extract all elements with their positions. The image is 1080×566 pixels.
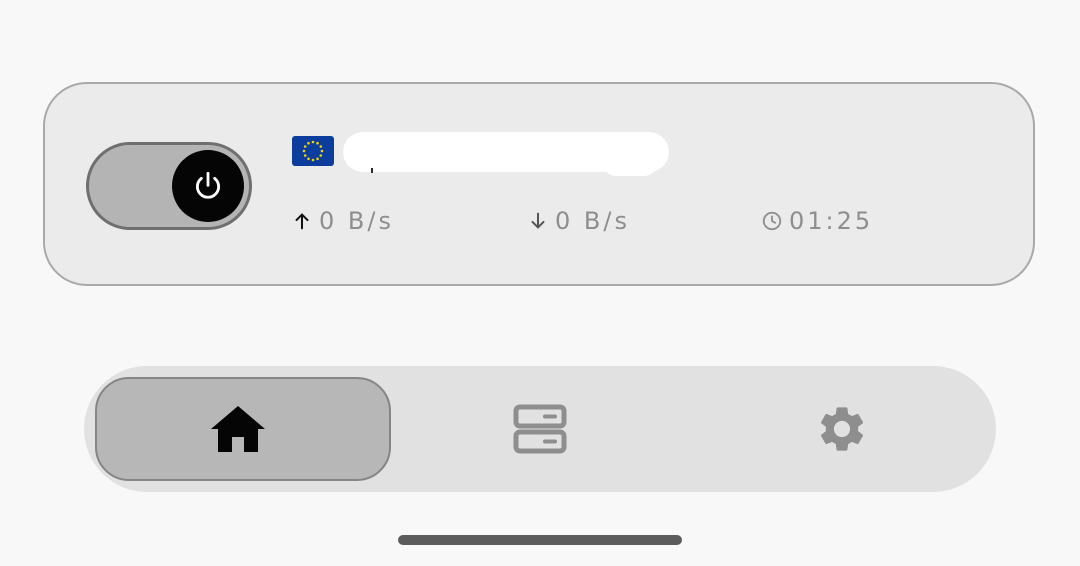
nav-item-settings[interactable] (688, 366, 996, 492)
download-speed-value: 0 B/s (555, 207, 630, 235)
flag-star (307, 157, 310, 161)
flag-star (307, 141, 310, 145)
flag-star (316, 157, 319, 161)
eu-flag-icon (292, 136, 334, 166)
toggle-knob (172, 150, 244, 222)
redaction-artifact (371, 168, 373, 173)
redacted-server-name (343, 132, 669, 176)
app-screen: 0 B/s 0 B/s 01:25 (0, 0, 1080, 566)
arrow-down-icon (531, 212, 545, 229)
connection-card: 0 B/s 0 B/s 01:25 (43, 82, 1035, 286)
flag-star (311, 158, 315, 162)
flag-star (319, 154, 323, 157)
home-icon (211, 406, 265, 452)
clock-icon (762, 211, 782, 231)
flag-star (302, 149, 306, 153)
vpn-power-toggle[interactable] (86, 142, 252, 230)
bottom-navigation (84, 366, 996, 492)
gear-icon (820, 407, 864, 451)
upload-speed: 0 B/s (291, 204, 394, 238)
power-icon (196, 171, 220, 199)
download-speed: 0 B/s (527, 204, 630, 238)
connection-timer: 01:25 (761, 204, 873, 238)
nav-item-servers[interactable] (392, 366, 688, 492)
flag-star (316, 141, 319, 145)
system-home-indicator[interactable] (398, 535, 682, 545)
flag-star (319, 145, 323, 148)
flag-star (303, 145, 307, 148)
elapsed-time-value: 01:25 (789, 207, 874, 235)
arrow-up-icon (295, 213, 309, 230)
flag-star (311, 140, 315, 144)
upload-speed-value: 0 B/s (319, 207, 394, 235)
flag-star (303, 154, 307, 157)
nav-item-home[interactable] (84, 366, 392, 492)
flag-star (320, 149, 324, 153)
server-icon (513, 404, 567, 454)
